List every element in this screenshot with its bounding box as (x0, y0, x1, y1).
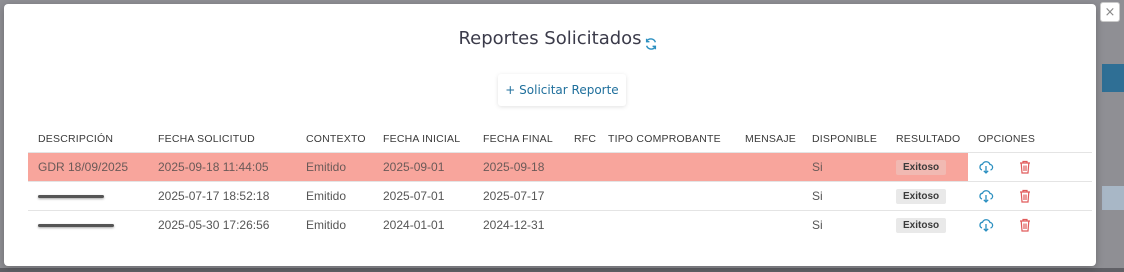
cell-mensaje (735, 152, 802, 182)
cell-tipo-comprobante (598, 152, 735, 182)
cell-opciones (968, 210, 1092, 239)
redacted-text (38, 195, 104, 199)
table-header-row: DESCRIPCIÓN FECHA SOLICITUD CONTEXTO FEC… (28, 126, 1092, 153)
cell-disponible: Si (802, 152, 886, 182)
background-row-strip (1102, 186, 1124, 210)
cell-disponible: Si (802, 181, 886, 211)
header-fecha-inicial: FECHA INICIAL (383, 133, 461, 145)
cell-rfc (564, 152, 598, 182)
modal-title-wrap: Reportes Solicitados (4, 28, 1096, 49)
cell-contexto: Emitido (296, 152, 373, 182)
trash-icon[interactable] (1017, 188, 1033, 204)
cell-mensaje (735, 181, 802, 211)
cell-fecha-solicitud: 2025-05-30 17:26:56 (148, 210, 296, 239)
cell-descripcion (28, 181, 148, 211)
cell-fecha-inicial: 2024-01-01 (373, 210, 473, 239)
cell-fecha-solicitud: 2025-09-18 11:44:05 (148, 152, 296, 182)
reports-modal: Reportes Solicitados + Solicitar Reporte… (4, 4, 1096, 266)
cell-descripcion: GDR 18/09/2025 (28, 152, 148, 182)
close-button[interactable]: × (1100, 2, 1120, 22)
cell-fecha-solicitud: 2025-07-17 18:52:18 (148, 181, 296, 211)
reports-table: DESCRIPCIÓN FECHA SOLICITUD CONTEXTO FEC… (28, 126, 1092, 239)
cell-descripcion (28, 210, 148, 239)
status-badge: Exitoso (896, 218, 947, 233)
cell-disponible: Si (802, 210, 886, 239)
cell-resultado: Exitoso (886, 152, 968, 182)
trash-icon[interactable] (1017, 159, 1033, 175)
header-tipo-comprobante: TIPO COMPROBANTE (608, 133, 721, 145)
cell-resultado: Exitoso (886, 210, 968, 239)
header-resultado: RESULTADO (896, 133, 961, 145)
cell-opciones (968, 152, 1092, 182)
refresh-icon[interactable] (644, 37, 658, 51)
header-mensaje: MENSAJE (745, 133, 796, 145)
cell-fecha-final: 2025-07-17 (473, 181, 564, 211)
header-fecha-final: FECHA FINAL (483, 133, 553, 145)
trash-icon[interactable] (1017, 217, 1033, 233)
cell-fecha-inicial: 2025-07-01 (373, 181, 473, 211)
header-contexto: CONTEXTO (306, 133, 366, 145)
cell-resultado: Exitoso (886, 181, 968, 211)
header-opciones: OPCIONES (978, 133, 1036, 145)
status-badge: Exitoso (896, 160, 947, 175)
cloud-download-icon[interactable] (978, 188, 994, 204)
cell-rfc (564, 181, 598, 211)
cloud-download-icon[interactable] (978, 217, 994, 233)
cell-fecha-final: 2024-12-31 (473, 210, 564, 239)
table-row: GDR 18/09/2025 2025-09-18 11:44:05 Emiti… (28, 152, 1092, 182)
cell-contexto: Emitido (296, 210, 373, 239)
modal-title: Reportes Solicitados (458, 28, 642, 49)
cell-opciones (968, 181, 1092, 211)
cell-tipo-comprobante (598, 181, 735, 211)
background-header-bar (1102, 64, 1124, 92)
request-report-button[interactable]: + Solicitar Reporte (498, 74, 626, 106)
cloud-download-icon[interactable] (978, 159, 994, 175)
redacted-text (38, 224, 114, 228)
cell-fecha-final: 2025-09-18 (473, 152, 564, 182)
background-bottom-strip (0, 268, 1124, 272)
table-row: 2025-05-30 17:26:56 Emitido 2024-01-01 2… (28, 210, 1092, 239)
cell-fecha-inicial: 2025-09-01 (373, 152, 473, 182)
header-disponible: DISPONIBLE (812, 133, 878, 145)
header-fecha-solicitud: FECHA SOLICITUD (158, 133, 255, 145)
cell-contexto: Emitido (296, 181, 373, 211)
header-descripcion: DESCRIPCIÓN (38, 133, 114, 145)
status-badge: Exitoso (896, 189, 947, 204)
cell-mensaje (735, 210, 802, 239)
cell-tipo-comprobante (598, 210, 735, 239)
cell-rfc (564, 210, 598, 239)
table-row: 2025-07-17 18:52:18 Emitido 2025-07-01 2… (28, 181, 1092, 211)
header-rfc: RFC (574, 133, 597, 145)
